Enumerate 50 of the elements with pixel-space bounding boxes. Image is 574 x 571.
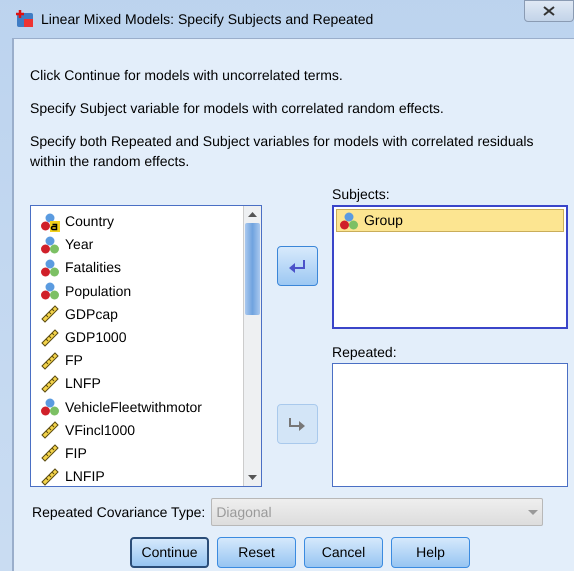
scroll-up-icon xyxy=(248,212,257,217)
variable-item[interactable]: Population xyxy=(37,280,134,303)
dropdown-arrow-icon xyxy=(528,510,538,514)
dialog-button[interactable]: Help xyxy=(391,537,470,568)
instruction-text: Specify both Repeated and Subject variables for models with correlated residuals within the random effects. xyxy=(30,132,535,171)
ruler-icon xyxy=(40,350,60,371)
ruler-icon xyxy=(40,374,60,394)
ruler-icon xyxy=(40,304,60,324)
right-arrow-icon xyxy=(288,415,306,433)
variable-item[interactable]: LNFIP xyxy=(37,465,108,486)
variable-item[interactable]: Fatalities xyxy=(37,256,124,280)
variable-item[interactable]: FP xyxy=(37,349,86,372)
ruler-icon xyxy=(40,466,60,486)
scrollbar-thumb[interactable] xyxy=(245,223,260,315)
variable-item[interactable]: FIP xyxy=(37,442,90,466)
nominal-icon xyxy=(40,258,60,278)
subjects-label: Subjects: xyxy=(332,185,391,204)
nominal-icon xyxy=(339,210,359,231)
app-icon xyxy=(15,9,35,29)
instruction-text: Click Continue for models with uncorrelated terms. xyxy=(30,66,344,85)
window-title: Linear Mixed Models: Specify Subjects and Repeated xyxy=(41,10,374,29)
dialog-button[interactable]: Cancel xyxy=(304,537,383,568)
variable-item[interactable]: VFincl1000 xyxy=(37,418,138,442)
ruler-icon xyxy=(40,443,60,464)
covariance-type-label: Repeated Covariance Type: xyxy=(32,502,206,522)
repeated-list[interactable] xyxy=(332,363,568,487)
close-icon xyxy=(543,6,555,16)
repeated-label: Repeated: xyxy=(332,343,398,362)
dialog-button[interactable]: Reset xyxy=(217,537,296,568)
nominal-icon xyxy=(40,397,60,418)
scrollbar[interactable] xyxy=(243,206,261,486)
variable-item[interactable]: LNFP xyxy=(37,372,104,396)
ruler-icon xyxy=(40,420,60,440)
move-button[interactable] xyxy=(276,246,318,286)
dialog-button[interactable]: Continue xyxy=(130,537,209,568)
scroll-down-icon xyxy=(248,475,257,480)
ruler-icon xyxy=(40,328,60,348)
nominal-icon xyxy=(40,281,60,302)
close-button[interactable] xyxy=(524,0,574,22)
variable-item[interactable]: GDP1000 xyxy=(37,326,130,350)
variable-item[interactable]: Year xyxy=(37,233,96,256)
left-arrow-icon xyxy=(288,257,306,275)
nominal-icon xyxy=(40,234,60,255)
variable-item[interactable]: Country xyxy=(37,210,118,234)
variable-item[interactable]: GDPcap xyxy=(37,302,121,326)
instruction-text: Specify Subject variable for models with correlated random effects. xyxy=(30,99,445,118)
variable-item[interactable]: Group xyxy=(336,209,564,232)
nominal-string-icon xyxy=(40,212,60,232)
subjects-list[interactable]: Group xyxy=(332,205,568,329)
variable-item[interactable]: VehicleFleetwithmotor xyxy=(37,396,205,419)
